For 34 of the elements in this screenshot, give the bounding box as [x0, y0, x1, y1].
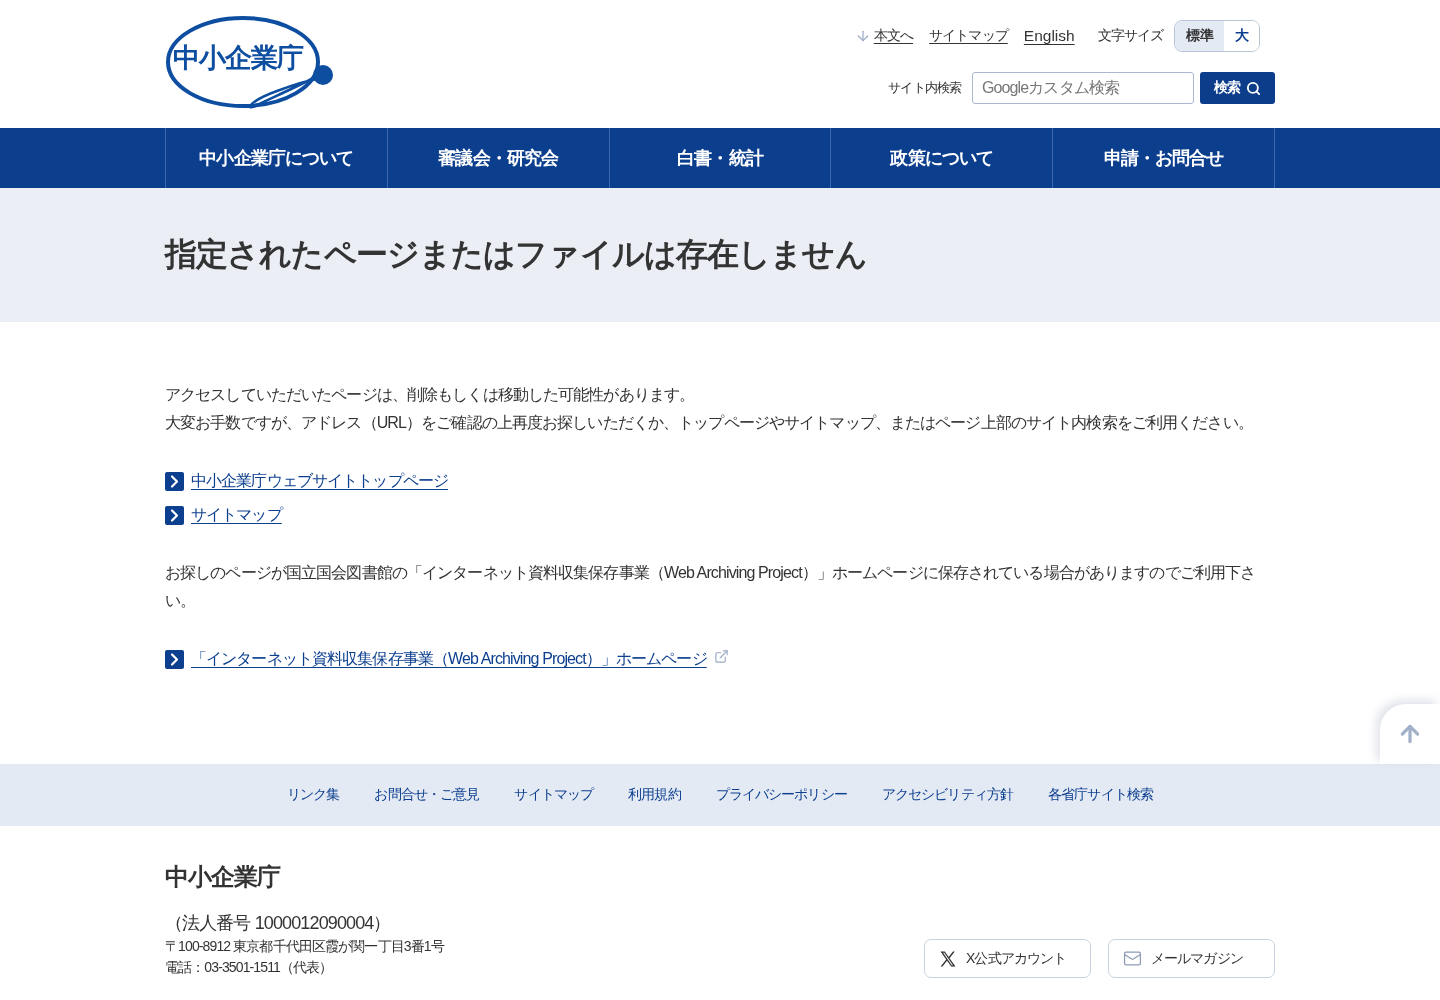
social-link-button[interactable]: メールマガジン: [1108, 939, 1275, 978]
chevron-right-icon: [165, 505, 184, 525]
footer-link[interactable]: サイトマップ: [514, 786, 594, 804]
social-link-button[interactable]: X公式アカウント: [924, 939, 1091, 978]
footer-link[interactable]: お問合せ・ご意見: [374, 786, 480, 804]
footer-link[interactable]: プライバシーポリシー: [715, 786, 847, 804]
text-link[interactable]: サイトマップ: [191, 503, 282, 527]
phone-text: 電話：03-3501-1511（代表）: [165, 958, 334, 977]
skip-to-content-link[interactable]: 本文へ: [854, 27, 914, 45]
footer-link[interactable]: 各省庁サイト検索: [1048, 786, 1153, 804]
footer-link[interactable]: 利用規約: [628, 786, 681, 804]
mail-icon: [1123, 949, 1142, 968]
footer-link[interactable]: リンク集: [286, 786, 340, 804]
paragraph: アクセスしていただいたページは、削除もしくは移動した可能性があります。 大変お手数ですが、アドレス（URL）をご確認の上再度お探しいただくか、トップページやサイトマップ、またはページ上部のサイト内検索をご利用ください。: [165, 385, 1254, 433]
chevron-right-icon: [165, 471, 184, 491]
x-logo-icon: [939, 949, 957, 968]
font-size-option[interactable]: 標準: [1175, 21, 1224, 51]
organization-name: 中小企業庁: [165, 862, 282, 892]
address-text: 〒100-8912 東京都千代田区霞が関一丁目3番1号: [165, 937, 444, 956]
back-to-top-button[interactable]: [1380, 704, 1440, 764]
corporate-number: （法人番号 1000012090004）: [165, 912, 392, 935]
search-field[interactable]: Googleカスタム検索: [972, 72, 1194, 104]
paragraph: お探しのページが国立国会図書館の「インターネット資料収集保存事業（Web Archiving Project）」ホームページに保存されている場合がありますのでご利用下さい。: [165, 563, 1257, 611]
footer-link[interactable]: アクセシビリティ方針: [881, 786, 1014, 804]
font-size-label: 文字サイズ: [1097, 27, 1164, 45]
text-link[interactable]: 中小企業庁ウェブサイトトップページ: [191, 469, 449, 493]
text-link[interactable]: 「インターネット資料収集保存事業（Web Archiving Project）」ホームページ: [191, 647, 707, 671]
header-link[interactable]: English: [1023, 27, 1075, 45]
chevron-right-icon: [165, 649, 184, 669]
page-title: 指定されたページまたはファイルは存在しません: [165, 235, 868, 275]
search-icon: [1246, 80, 1262, 96]
header-link[interactable]: サイトマップ: [929, 27, 1008, 45]
search-button[interactable]: 検索: [1200, 72, 1275, 104]
search-label: サイト内検索: [888, 79, 961, 97]
